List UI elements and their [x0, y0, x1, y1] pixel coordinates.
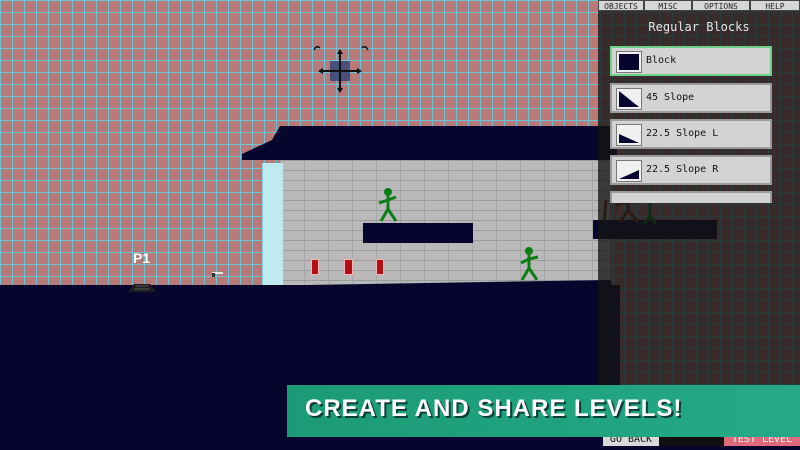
slope-45-icon [616, 88, 642, 110]
block-option-45-slope[interactable]: 45 Slope [610, 83, 772, 113]
tab-objects[interactable]: OBJECTS [598, 0, 644, 11]
block-option-block[interactable]: Block [610, 46, 772, 76]
move-cursor-icon[interactable] [312, 42, 372, 100]
block-option-label: 45 Slope [646, 92, 695, 103]
platform-upper-left[interactable] [363, 223, 473, 243]
menu-tabs: OBJECTS MISC OPTIONS HELP [598, 0, 800, 12]
block-option-label: 22.5 Slope L [646, 128, 719, 139]
pickup-gem[interactable] [376, 259, 384, 275]
block-option-22-slope-r[interactable]: 22.5 Slope R [610, 155, 772, 185]
tab-help[interactable]: HELP [750, 0, 800, 11]
enemy-figure[interactable] [376, 187, 400, 223]
panel-title: Regular Blocks [648, 20, 750, 34]
block-option-22-slope-l[interactable]: 22.5 Slope L [610, 119, 772, 149]
tab-misc[interactable]: MISC [644, 0, 692, 11]
pickup-gem[interactable] [311, 259, 319, 275]
window-strip [262, 163, 283, 285]
pickup-gem[interactable] [344, 259, 353, 275]
block-icon [616, 51, 642, 73]
enemy-figure[interactable] [517, 246, 541, 282]
slope-22-left-icon [616, 124, 642, 146]
tab-options[interactable]: OPTIONS [692, 0, 750, 11]
player-spawn-icon[interactable] [122, 282, 162, 292]
promo-banner-text: CREATE AND SHARE LEVELS! [305, 395, 683, 422]
block-option-partial[interactable] [610, 191, 772, 203]
slope-22-right-icon [616, 160, 642, 182]
promo-banner: CREATE AND SHARE LEVELS! [287, 385, 800, 437]
player-label: P1 [133, 250, 151, 266]
ground-slope [0, 280, 620, 300]
pistol-icon[interactable] [210, 271, 224, 277]
building-roof [242, 126, 617, 160]
block-option-label: 22.5 Slope R [646, 164, 719, 175]
block-option-label: Block [646, 55, 677, 66]
